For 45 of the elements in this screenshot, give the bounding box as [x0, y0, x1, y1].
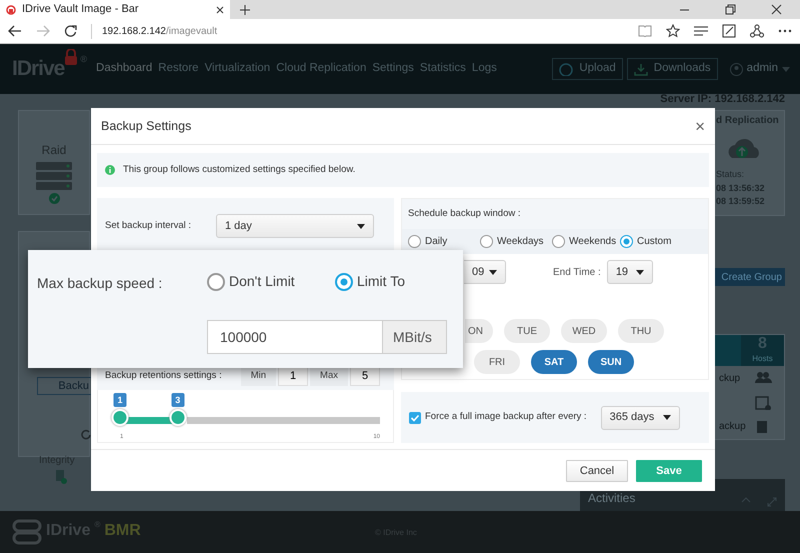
day-toggle[interactable]: TUE [504, 319, 550, 343]
day-toggle[interactable]: SUN [588, 350, 634, 374]
row-text: ckup [719, 372, 740, 386]
field-label: Set backup interval : [105, 218, 192, 233]
field-label: Backup retentions settings : [105, 368, 222, 383]
time-select[interactable]: 19 [606, 260, 653, 284]
integrity-label: Integrity [39, 454, 75, 468]
radio-option[interactable]: Limit To [335, 271, 405, 292]
radio-option[interactable]: Daily [408, 234, 480, 249]
time-select[interactable]: 09 [464, 260, 506, 284]
url-field[interactable]: 192.168.2.142/imagevault [102, 24, 218, 38]
number-field[interactable]: 5 [350, 366, 380, 386]
create-group-button[interactable]: Create Group [715, 268, 785, 286]
interval-select[interactable]: 1 day [216, 214, 374, 238]
modal-title: Backup Settings [101, 118, 192, 135]
radio-option[interactable]: Don't Limit [207, 271, 295, 292]
handle-label: 3 [171, 393, 184, 407]
day-toggle[interactable]: ON [465, 319, 493, 343]
radio-option[interactable]: Weekends [552, 234, 620, 249]
tab-title: IDrive Vault Image - Bar [22, 2, 140, 18]
day-toggle[interactable]: FRI [474, 350, 520, 374]
registered-mark: ® [80, 53, 88, 66]
field-label: End Time : [553, 266, 601, 280]
panel-title: Activities [588, 490, 636, 507]
close-button[interactable]: × [695, 118, 705, 134]
day-toggle[interactable]: SAT [531, 350, 577, 374]
row-text: ackup [719, 420, 746, 434]
radio-option[interactable]: Weekdays [480, 234, 552, 249]
period-select[interactable]: 365 days [600, 406, 680, 430]
cancel-button[interactable]: Cancel [566, 460, 628, 482]
handle-label: 1 [114, 393, 126, 407]
day-toggle[interactable]: WED [561, 319, 607, 343]
nav-link[interactable]: Dashboard [95, 60, 154, 78]
field-label: Max backup speed : [37, 274, 162, 293]
day-toggle[interactable]: THU [618, 319, 664, 343]
unit-label: MBit/s [382, 320, 447, 354]
section-title: Schedule backup window : [408, 206, 520, 221]
product-name: BMR [104, 521, 141, 541]
radio-option[interactable]: Custom [620, 234, 680, 249]
browser-tab[interactable]: IDrive Vault Image - Bar [0, 0, 230, 19]
info-text: This group follows customized settings specified below. [123, 162, 356, 177]
field-label: Force a full image backup after every : [425, 410, 587, 424]
number-field[interactable]: 1 [278, 366, 308, 386]
speed-field[interactable]: 100000 [207, 320, 382, 354]
registered-mark: ® [94, 519, 100, 531]
